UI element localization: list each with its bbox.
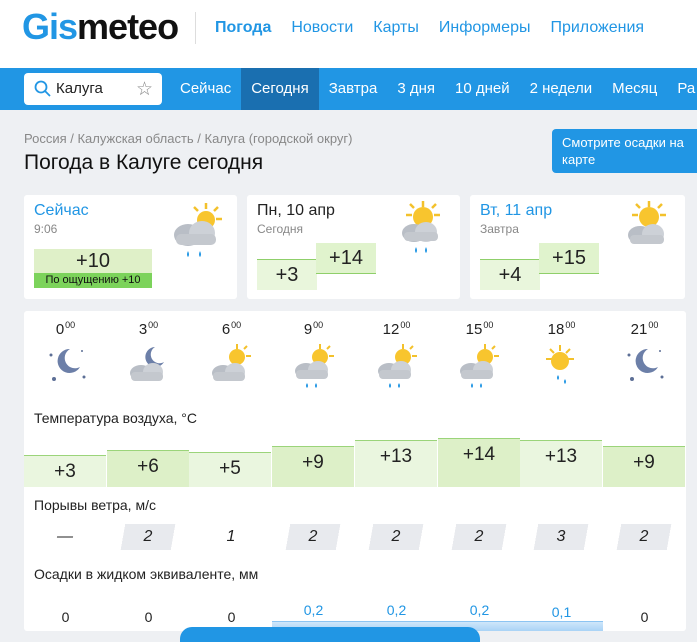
card-tomorrow-label: Вт, 11 апр — [480, 202, 553, 219]
partly-cloudy-rain-icon — [378, 344, 417, 388]
favorite-star-icon[interactable]: ☆ — [136, 78, 153, 101]
wind-gust-value: 2 — [367, 524, 425, 550]
sun-rain-icon — [546, 345, 574, 384]
hour-label: 900 — [303, 320, 324, 338]
wind-gust-value: 2 — [450, 524, 508, 550]
breadcrumb[interactable]: Россия / Калужская область / Калуга (гор… — [24, 131, 353, 146]
tab-today[interactable]: Сегодня — [241, 68, 319, 110]
precip-value: 0 — [61, 609, 70, 625]
temperature-value: +13 — [355, 440, 437, 487]
tab-3-days[interactable]: 3 дня — [387, 68, 445, 110]
tomorrow-max-temp: +15 — [539, 243, 599, 274]
temperature-value: +5 — [189, 452, 271, 487]
partly-cloudy-rain-icon — [295, 344, 334, 388]
precipitation-label: Осадки в жидком эквиваленте, мм — [34, 566, 259, 582]
partly-cloudy-rain-icon — [460, 344, 499, 388]
hour-label: 300 — [138, 320, 159, 338]
header-divider — [195, 12, 196, 44]
hourly-forecast: 000 300 600 900 1200 1500 1800 2100 Темп… — [24, 311, 686, 631]
precip-value: 0,1 — [551, 604, 572, 620]
tab-month[interactable]: Месяц — [602, 68, 667, 110]
hour-label: 000 — [55, 320, 76, 338]
page-title: Погода в Калуге сегодня — [24, 151, 264, 174]
card-tomorrow[interactable]: Вт, 11 апр Завтра +4 +15 — [470, 195, 685, 299]
top-nav: Погода Новости Карты Информеры Приложени… — [215, 19, 644, 37]
tab-10-days[interactable]: 10 дней — [445, 68, 520, 110]
card-now[interactable]: Сейчас 9:06 +10 По ощущению +10 — [24, 195, 237, 299]
site-header: Gismeteo Погода Новости Карты Информеры … — [0, 0, 697, 68]
search-icon — [34, 80, 51, 97]
forecast-tab-bar: Калуга ☆ Сейчас Сегодня Завтра 3 дня 10 … — [0, 68, 697, 110]
temperature-value: +9 — [272, 446, 354, 487]
wind-gust-label: Порывы ветра, м/с — [34, 497, 156, 513]
floating-banner[interactable] — [180, 627, 480, 642]
wind-gust-value: 1 — [226, 528, 236, 545]
tab-2-weeks[interactable]: 2 недели — [520, 68, 603, 110]
card-tomorrow-sub: Завтра — [480, 222, 519, 236]
card-today-label: Пн, 10 апр — [257, 202, 335, 219]
nav-maps[interactable]: Карты — [373, 19, 419, 37]
wind-gust-value: — — [57, 528, 73, 545]
tab-now[interactable]: Сейчас — [170, 68, 241, 110]
precip-value: 0,2 — [469, 602, 490, 618]
night-clear-icon — [49, 348, 86, 381]
hour-label: 1200 — [382, 320, 411, 338]
today-max-temp: +14 — [316, 243, 376, 274]
card-now-label: Сейчас — [34, 202, 89, 219]
hour-label: 1800 — [547, 320, 576, 338]
search-value: Калуга — [56, 80, 103, 97]
temperature-value: +3 — [24, 455, 106, 487]
precip-value: 0 — [640, 609, 649, 625]
precip-map-button[interactable]: Смотрите осадки на карте — [552, 129, 697, 173]
wind-gust-value: 3 — [532, 524, 590, 550]
temperature-label: Температура воздуха, °C — [34, 410, 197, 426]
tomorrow-min-temp: +4 — [480, 259, 540, 290]
hour-label: 1500 — [465, 320, 494, 338]
night-clear-icon — [627, 348, 664, 381]
gismeteo-logo[interactable]: Gismeteo — [22, 6, 179, 48]
today-min-temp: +3 — [257, 259, 317, 290]
nav-weather[interactable]: Погода — [215, 19, 271, 37]
card-now-time: 9:06 — [34, 222, 58, 236]
nav-informers[interactable]: Информеры — [439, 19, 531, 37]
nav-news[interactable]: Новости — [291, 19, 353, 37]
card-today[interactable]: Пн, 10 апр Сегодня +3 +14 — [247, 195, 460, 299]
nav-apps[interactable]: Приложения — [550, 19, 644, 37]
city-search-input[interactable]: Калуга ☆ — [24, 73, 162, 105]
wind-gust-value: 2 — [284, 524, 342, 550]
hour-label: 2100 — [630, 320, 659, 338]
partly-cloudy-rain-icon — [174, 203, 222, 257]
wind-gust-value: 2 — [615, 524, 673, 550]
precip-value: 0,2 — [303, 602, 324, 618]
period-tabs: Сейчас Сегодня Завтра 3 дня 10 дней 2 не… — [170, 68, 697, 110]
tab-more[interactable]: Ра — [667, 68, 697, 110]
temperature-value: +9 — [603, 446, 685, 487]
current-temperature: +10 — [34, 249, 152, 273]
precip-value: 0,2 — [386, 602, 407, 618]
partly-cloudy-rain-icon — [402, 201, 440, 253]
partly-cloudy-icon — [628, 201, 666, 244]
precip-value: 0 — [227, 609, 236, 625]
precip-value: 0 — [144, 609, 153, 625]
feels-like: По ощущению +10 — [34, 273, 152, 288]
temperature-value: +13 — [520, 440, 602, 487]
hour-label: 600 — [221, 320, 242, 338]
wind-gust-value: 2 — [119, 524, 177, 550]
card-today-sub: Сегодня — [257, 222, 303, 236]
temperature-value: +6 — [107, 450, 189, 487]
tab-tomorrow[interactable]: Завтра — [319, 68, 388, 110]
temperature-value: +14 — [438, 438, 520, 487]
partly-cloudy-icon — [212, 344, 251, 381]
night-cloudy-icon — [130, 347, 164, 381]
